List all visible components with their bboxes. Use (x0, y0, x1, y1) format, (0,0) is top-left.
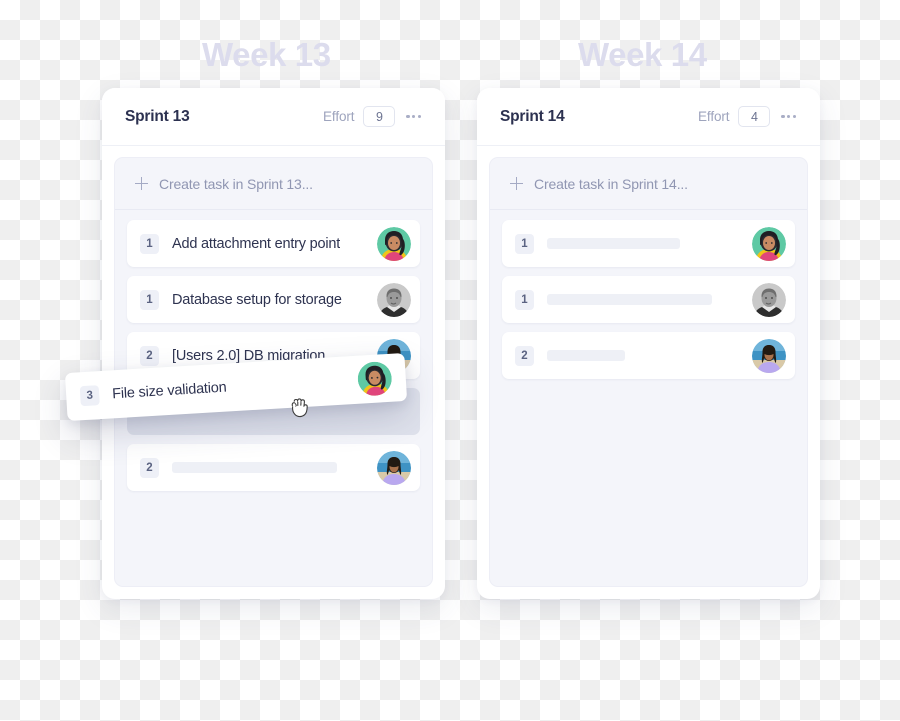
task-cards-13: 1 Add attachment entry point 1 Database … (115, 210, 432, 491)
task-effort-chip: 1 (140, 289, 159, 310)
task-effort-chip: 3 (79, 385, 100, 407)
more-options-icon[interactable] (779, 109, 798, 124)
panel-header-actions-14: Effort 4 (698, 106, 798, 127)
avatar[interactable] (377, 226, 411, 261)
week-title-13: Week 13 (202, 36, 331, 73)
avatar[interactable] (752, 226, 786, 261)
task-title-skeleton (547, 238, 680, 249)
task-effort-chip: 1 (515, 289, 534, 310)
avatar[interactable] (752, 338, 786, 373)
panel-header-13: Sprint 13 Effort 9 (102, 88, 445, 146)
sprint-panel-14: Sprint 14 Effort 4 Create task in Sprint… (477, 88, 820, 599)
more-options-icon[interactable] (404, 109, 423, 124)
task-title: Add attachment entry point (172, 235, 341, 252)
avatar[interactable] (377, 450, 411, 485)
task-row[interactable]: 2 (502, 332, 795, 379)
task-effort-chip: 2 (515, 345, 534, 366)
week-title-14: Week 14 (578, 36, 707, 73)
task-row[interactable]: 1 Add attachment entry point (127, 220, 420, 267)
create-task-label-13: Create task in Sprint 13... (159, 175, 313, 192)
avatar[interactable] (752, 282, 786, 317)
task-effort-chip: 1 (140, 233, 159, 254)
task-title-skeleton (172, 462, 337, 473)
task-row[interactable]: 1 Database setup for storage (127, 276, 420, 323)
task-title-skeleton (547, 294, 712, 305)
effort-label-14: Effort (698, 109, 730, 124)
avatar[interactable] (377, 282, 411, 317)
create-task-button-14[interactable]: Create task in Sprint 14... (490, 158, 807, 210)
task-cards-14: 1 1 2 (490, 210, 807, 379)
task-list-body-14: Create task in Sprint 14... 1 1 2 (489, 157, 808, 587)
task-effort-chip: 1 (515, 233, 534, 254)
task-title: File size validation (111, 379, 227, 403)
create-task-label-14: Create task in Sprint 14... (534, 175, 688, 192)
panel-header-14: Sprint 14 Effort 4 (477, 88, 820, 146)
create-task-button-13[interactable]: Create task in Sprint 13... (115, 158, 432, 210)
avatar[interactable] (356, 360, 393, 397)
task-row[interactable]: 2 (127, 444, 420, 491)
task-title: Database setup for storage (172, 291, 342, 308)
sprint-panel-13: Sprint 13 Effort 9 Create task in Sprint… (102, 88, 445, 599)
task-effort-chip: 2 (140, 457, 159, 478)
task-row[interactable]: 1 (502, 220, 795, 267)
panel-header-actions-13: Effort 9 (323, 106, 423, 127)
sprint-title-13: Sprint 13 (125, 107, 190, 125)
plus-icon (135, 177, 148, 190)
task-title-skeleton (547, 350, 625, 361)
sprint-title-14: Sprint 14 (500, 107, 565, 125)
sprint-board: Week 13 Week 14 Sprint 13 Effort 9 Creat… (0, 0, 900, 721)
effort-label-13: Effort (323, 109, 355, 124)
effort-total-13[interactable]: 9 (363, 106, 396, 127)
effort-total-14[interactable]: 4 (738, 106, 771, 127)
task-row[interactable]: 1 (502, 276, 795, 323)
plus-icon (510, 177, 523, 190)
task-effort-chip: 2 (140, 345, 159, 366)
